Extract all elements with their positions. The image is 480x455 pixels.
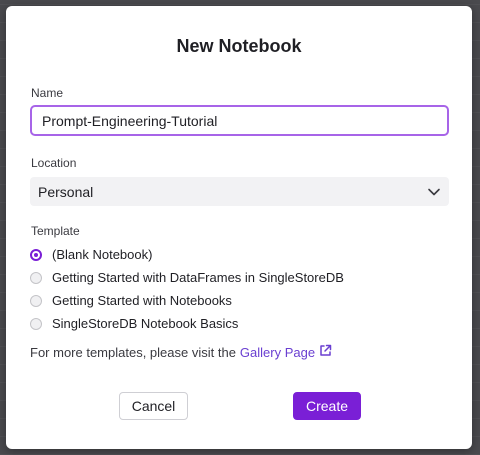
radio-unchecked-icon [30, 271, 42, 284]
gallery-page-link[interactable]: Gallery Page [240, 344, 332, 360]
gallery-link-label: Gallery Page [239, 344, 316, 360]
more-templates-text: For more templates, please visit the Gal… [30, 344, 332, 360]
template-option-dataframes[interactable]: Getting Started with DataFrames in Singl… [30, 270, 344, 285]
cancel-button[interactable]: Cancel [119, 392, 188, 420]
external-link-icon [319, 344, 332, 360]
chevron-down-icon [427, 185, 441, 199]
radio-unchecked-icon [30, 317, 42, 330]
template-option-label: SingleStoreDB Notebook Basics [52, 316, 239, 331]
new-notebook-dialog: New Notebook Name Location Personal Temp… [6, 6, 472, 449]
template-option-basics[interactable]: SingleStoreDB Notebook Basics [30, 316, 238, 331]
template-option-label: Getting Started with DataFrames in Singl… [52, 270, 344, 285]
location-select[interactable]: Personal [30, 177, 449, 206]
dialog-title: New Notebook [176, 36, 302, 56]
location-value: Personal [38, 183, 94, 200]
location-label: Location [31, 156, 77, 170]
name-label: Name [31, 86, 64, 100]
name-input[interactable] [30, 105, 449, 136]
template-option-blank[interactable]: (Blank Notebook) [30, 247, 152, 262]
template-option-label: Getting Started with Notebooks [52, 293, 232, 308]
radio-unchecked-icon [30, 294, 42, 307]
radio-checked-icon [30, 248, 42, 261]
create-button[interactable]: Create [293, 392, 361, 420]
template-option-notebooks[interactable]: Getting Started with Notebooks [30, 293, 232, 308]
more-templates-label: For more templates, please visit the [30, 344, 236, 360]
template-option-label: (Blank Notebook) [52, 247, 153, 262]
template-label: Template [31, 224, 80, 238]
